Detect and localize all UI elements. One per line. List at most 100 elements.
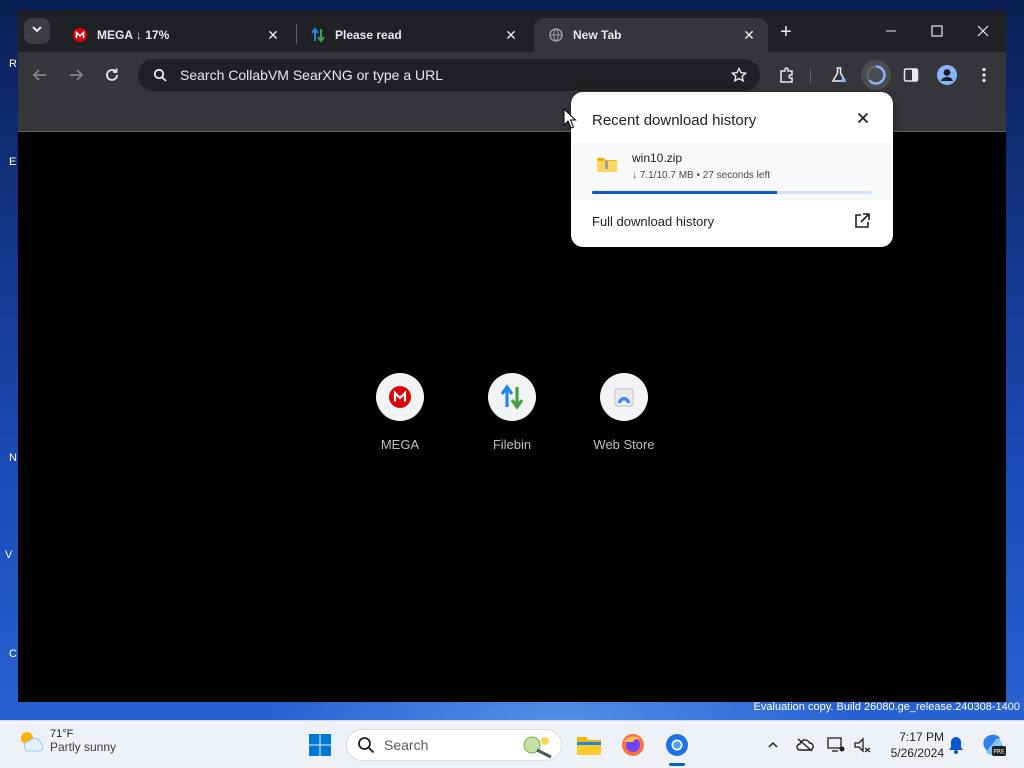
window-close-button[interactable] [968, 18, 998, 44]
taskbar-search-box[interactable]: Search [346, 729, 562, 761]
web-store-icon [614, 388, 634, 407]
bookmark-star-icon[interactable] [728, 64, 750, 86]
avatar-icon [937, 65, 957, 85]
chevron-down-icon [31, 22, 43, 40]
forward-button[interactable] [63, 62, 89, 88]
download-status: ↓ 7.1/10.7 MB • 27 seconds left [632, 170, 771, 181]
windows-start-icon[interactable] [308, 733, 332, 757]
chevron-up-icon[interactable] [763, 735, 783, 755]
new-tab-button[interactable]: + [775, 21, 797, 43]
tab-title: New Tab [573, 28, 622, 42]
weather-widget[interactable]: 71°F Partly sunny [16, 727, 116, 755]
globe-icon [548, 27, 564, 43]
file-explorer-icon[interactable] [575, 731, 603, 759]
tab-title: MEGA ↓ 17% [97, 28, 170, 42]
download-bubble: Recent download history win10.zip ↓ 7.1/… [571, 92, 893, 247]
flask-icon [831, 67, 847, 83]
mega-icon [389, 386, 411, 408]
partly-sunny-icon [16, 727, 44, 755]
search-icon [357, 736, 375, 754]
desktop-icon-label[interactable]: E [9, 156, 16, 168]
shortcut-label: MEGA [380, 437, 420, 452]
download-filename: win10.zip [632, 151, 683, 165]
search-icon [150, 65, 170, 85]
menu-button[interactable] [971, 62, 997, 88]
tab-strip: MEGA ↓ 17% ✕ Please read ✕ New Tab ✕ + [18, 10, 1006, 52]
notification-bell-icon[interactable] [946, 735, 966, 755]
arrow-left-icon [32, 69, 46, 81]
omnibox[interactable]: Search CollabVM SearXNG or type a URL [138, 59, 760, 91]
tab-mega[interactable]: MEGA ↓ 17% ✕ [58, 18, 292, 52]
shortcut-tile [600, 373, 648, 421]
taskbar-search-label: Search [384, 737, 429, 753]
clock[interactable]: 7:17 PM 5/26/2024 [880, 729, 944, 761]
tab-please-read[interactable]: Please read ✕ [296, 18, 530, 52]
weather-description: Partly sunny [50, 740, 117, 754]
close-icon[interactable]: ✕ [740, 26, 758, 44]
download-progress-fill [592, 191, 777, 194]
zip-folder-icon [596, 155, 618, 173]
extensions-button[interactable] [774, 62, 800, 88]
toolbar-divider [810, 68, 811, 84]
side-panel-button[interactable] [898, 62, 924, 88]
side-panel-icon [903, 68, 919, 82]
omnibox-placeholder: Search CollabVM SearXNG or type a URL [180, 67, 443, 83]
reload-button[interactable] [99, 62, 125, 88]
filebin-icon [500, 384, 524, 410]
close-icon [977, 25, 989, 37]
onedrive-offline-icon[interactable] [795, 735, 815, 755]
minimize-icon [886, 30, 896, 32]
tab-new-tab[interactable]: New Tab ✕ [534, 18, 768, 52]
back-button[interactable] [27, 62, 53, 88]
maximize-button[interactable] [922, 18, 952, 44]
desktop-icon-label[interactable]: V [5, 549, 12, 561]
active-app-indicator [669, 763, 685, 766]
more-vert-icon [982, 67, 986, 83]
maximize-icon [931, 25, 943, 37]
minimize-button[interactable] [876, 18, 906, 44]
labs-button[interactable] [826, 62, 852, 88]
copilot-pre-icon[interactable]: PRE [980, 732, 1006, 758]
clock-date: 5/26/2024 [890, 746, 944, 760]
download-item[interactable]: win10.zip ↓ 7.1/10.7 MB • 27 seconds lef… [572, 142, 892, 200]
mega-icon [72, 27, 88, 43]
mouse-cursor-icon [563, 107, 577, 130]
clock-time: 7:17 PM [899, 730, 944, 744]
taskbar: 71°F Partly sunny Search 7:17 PM 5/26/20… [0, 720, 1024, 768]
tab-title: Please read [335, 28, 402, 42]
full-download-history-link[interactable]: Full download history [592, 214, 714, 229]
firefox-icon[interactable] [619, 731, 647, 759]
weather-temperature: 71°F [50, 728, 74, 740]
filebin-icon [310, 27, 326, 43]
reload-icon [106, 68, 118, 81]
tab-search-button[interactable] [24, 18, 50, 44]
desktop-icons-column: R E N V C [0, 0, 20, 720]
shortcut-tile [488, 373, 536, 421]
download-progress-icon [866, 65, 886, 85]
downloads-button[interactable] [861, 60, 891, 90]
shortcut-tile [376, 373, 424, 421]
close-icon[interactable]: ✕ [502, 26, 520, 44]
download-progress-bar [592, 191, 872, 194]
arrow-right-icon [70, 69, 84, 81]
close-icon[interactable] [855, 110, 871, 126]
network-volume-icon[interactable] [852, 735, 872, 755]
shortcut-label: Web Store [593, 437, 655, 452]
plus-icon: + [780, 20, 792, 43]
shortcut-mega[interactable]: MEGA [344, 373, 456, 452]
shortcut-filebin[interactable]: Filebin [456, 373, 568, 452]
download-bubble-title: Recent download history [592, 112, 757, 129]
desktop-icon-label[interactable]: R [9, 58, 17, 70]
search-highlight-icon [521, 733, 555, 759]
chrome-canary-icon[interactable] [663, 731, 691, 759]
close-icon[interactable]: ✕ [264, 26, 282, 44]
shortcut-web-store[interactable]: Web Store [568, 373, 680, 452]
evaluation-watermark: Evaluation copy. Build 26080.ge_release.… [753, 701, 1020, 713]
desktop-icon-label[interactable]: C [9, 648, 17, 660]
profile-button[interactable] [934, 62, 960, 88]
svg-text:PRE: PRE [993, 749, 1005, 756]
puzzle-icon [780, 67, 793, 83]
display-icon[interactable] [826, 735, 846, 755]
desktop-icon-label[interactable]: N [9, 452, 17, 464]
open-in-new-icon[interactable] [853, 212, 871, 230]
